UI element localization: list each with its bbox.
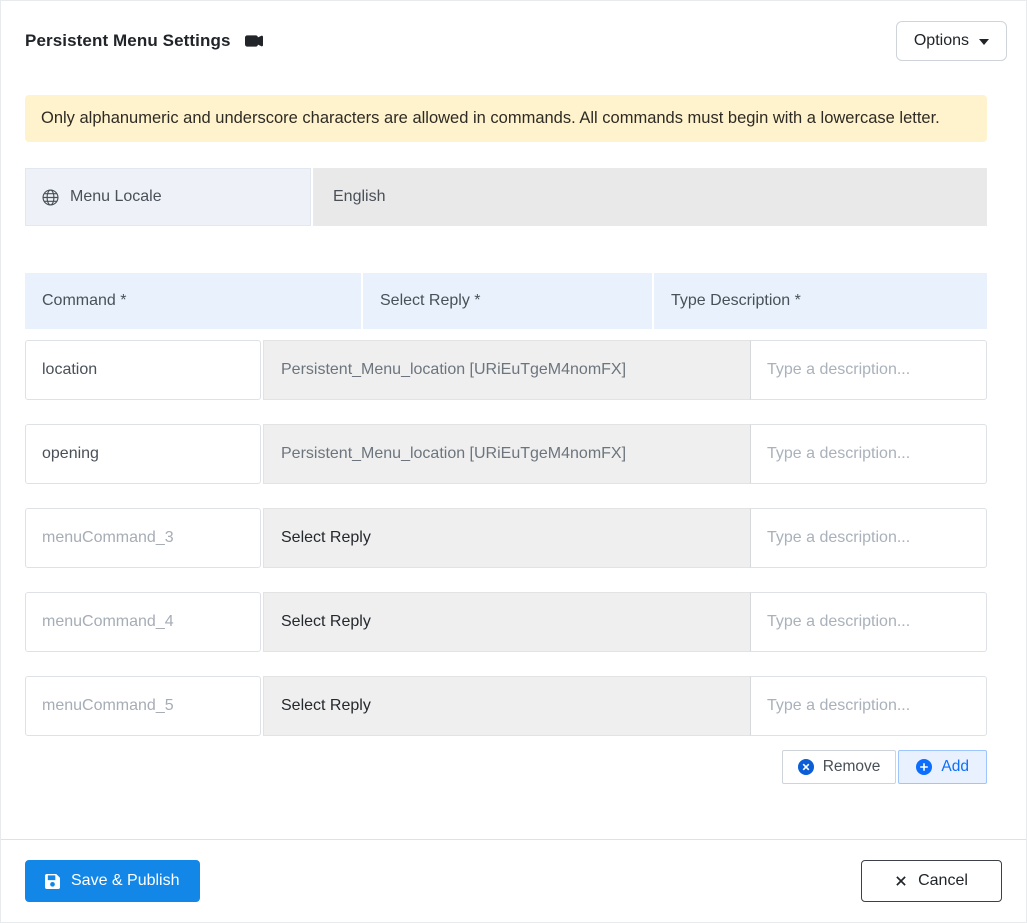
select-reply-field[interactable]: Select Reply bbox=[263, 676, 751, 736]
warning-banner: Only alphanumeric and underscore charact… bbox=[25, 95, 987, 142]
save-icon bbox=[45, 873, 60, 889]
select-reply-field[interactable]: Persistent_Menu_location [URiEuTgeM4nomF… bbox=[263, 340, 751, 400]
page-title: Persistent Menu Settings bbox=[25, 31, 231, 50]
cancel-button-label: Cancel bbox=[918, 872, 968, 889]
options-button-label: Options bbox=[913, 32, 969, 49]
remove-row-button[interactable]: Remove bbox=[781, 750, 897, 784]
commands-table: Command * Select Reply * Type Descriptio… bbox=[25, 273, 987, 736]
table-row: Select Reply bbox=[25, 592, 987, 652]
table-row: Persistent_Menu_location [URiEuTgeM4nomF… bbox=[25, 424, 987, 484]
persistent-menu-settings-panel: Persistent Menu Settings Options Only al… bbox=[0, 0, 1027, 923]
menu-locale-select[interactable]: English bbox=[313, 168, 987, 226]
menu-locale-value: English bbox=[333, 188, 386, 205]
menu-locale-row: Menu Locale English bbox=[25, 168, 987, 226]
description-input[interactable] bbox=[751, 676, 987, 736]
table-row: Persistent_Menu_location [URiEuTgeM4nomF… bbox=[25, 340, 987, 400]
options-button[interactable]: Options bbox=[895, 21, 1007, 61]
x-icon bbox=[895, 875, 907, 887]
select-reply-value: Select Reply bbox=[281, 529, 371, 546]
description-input[interactable] bbox=[751, 592, 987, 652]
description-input[interactable] bbox=[751, 340, 987, 400]
column-header-type-description: Type Description * bbox=[654, 273, 987, 329]
table-header-row: Command * Select Reply * Type Descriptio… bbox=[25, 273, 987, 329]
select-reply-field[interactable]: Persistent_Menu_location [URiEuTgeM4nomF… bbox=[263, 424, 751, 484]
command-input[interactable] bbox=[25, 424, 261, 484]
globe-icon bbox=[42, 188, 59, 206]
add-button-label: Add bbox=[941, 758, 969, 775]
header: Persistent Menu Settings Options bbox=[1, 1, 1026, 79]
row-actions: Remove Add bbox=[25, 750, 987, 784]
table-body: Persistent_Menu_location [URiEuTgeM4nomF… bbox=[25, 340, 987, 736]
cancel-button[interactable]: Cancel bbox=[861, 860, 1002, 902]
warning-banner-text: Only alphanumeric and underscore charact… bbox=[41, 109, 940, 127]
menu-locale-label: Menu Locale bbox=[70, 188, 162, 205]
select-reply-value: Select Reply bbox=[281, 613, 371, 630]
description-input[interactable] bbox=[751, 508, 987, 568]
x-circle-icon bbox=[797, 759, 814, 775]
menu-locale-label-cell: Menu Locale bbox=[25, 168, 311, 226]
select-reply-value: Persistent_Menu_location [URiEuTgeM4nomF… bbox=[281, 361, 627, 378]
select-reply-value: Select Reply bbox=[281, 697, 371, 714]
select-reply-field[interactable]: Select Reply bbox=[263, 592, 751, 652]
video-camera-icon bbox=[244, 32, 263, 50]
command-input[interactable] bbox=[25, 676, 261, 736]
column-header-command: Command * bbox=[25, 273, 361, 329]
select-reply-field[interactable]: Select Reply bbox=[263, 508, 751, 568]
footer: Save & Publish Cancel bbox=[1, 839, 1026, 922]
table-row: Select Reply bbox=[25, 508, 987, 568]
command-input[interactable] bbox=[25, 592, 261, 652]
remove-button-label: Remove bbox=[822, 758, 881, 775]
select-reply-value: Persistent_Menu_location [URiEuTgeM4nomF… bbox=[281, 445, 627, 462]
column-header-select-reply: Select Reply * bbox=[363, 273, 652, 329]
caret-down-icon bbox=[979, 39, 989, 45]
title-wrap: Persistent Menu Settings bbox=[25, 31, 263, 51]
command-input[interactable] bbox=[25, 508, 261, 568]
save-publish-button[interactable]: Save & Publish bbox=[25, 860, 200, 902]
add-row-button[interactable]: Add bbox=[898, 750, 987, 784]
save-publish-label: Save & Publish bbox=[71, 872, 180, 889]
plus-circle-icon bbox=[916, 759, 933, 775]
description-input[interactable] bbox=[751, 424, 987, 484]
command-input[interactable] bbox=[25, 340, 261, 400]
table-row: Select Reply bbox=[25, 676, 987, 736]
